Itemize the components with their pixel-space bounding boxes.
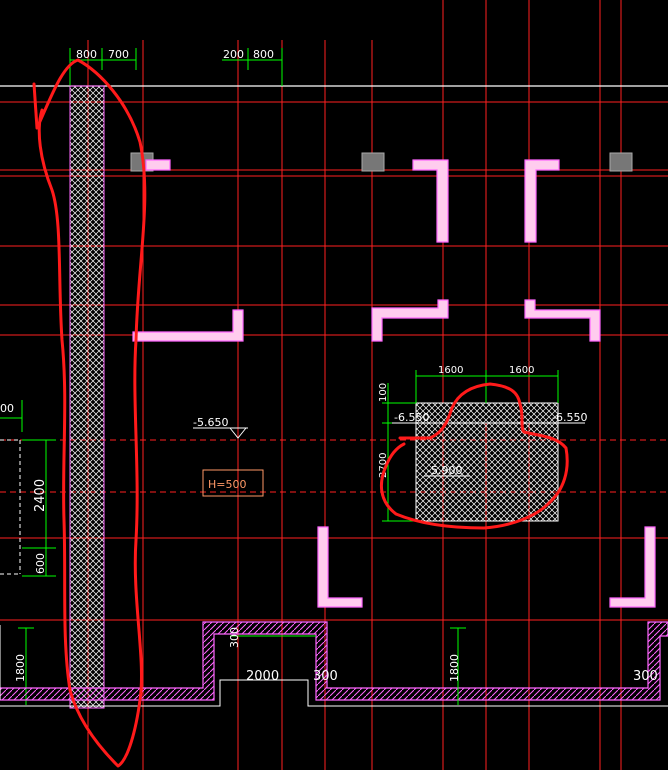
left-dashed-outline xyxy=(0,439,21,575)
dim-pit-2000: 2000 xyxy=(246,669,279,684)
dim-left-1800: 1800 xyxy=(14,654,27,682)
level-floor-symbol xyxy=(193,427,248,439)
level-found-top-right: -6.550 xyxy=(552,411,587,424)
left-dimension-chain xyxy=(0,400,56,705)
dim-top-200: 200 xyxy=(223,48,244,61)
dim-pit-300-right: 300 xyxy=(313,669,338,684)
level-floor: -5.650 xyxy=(193,416,228,429)
wall-strip-hatched[interactable] xyxy=(69,85,105,709)
dim-left-2400: 2400 xyxy=(33,479,48,512)
dim-found-1600-left: 1600 xyxy=(438,365,463,376)
height-label: H=500 xyxy=(208,478,246,491)
foundation-block[interactable] xyxy=(415,402,559,522)
dim-left-600: 600 xyxy=(34,553,47,574)
level-found-top-left: -6.550 xyxy=(394,411,429,424)
dim-top-800-b: 800 xyxy=(253,48,274,61)
level-found-bottom: -5.900 xyxy=(427,464,462,477)
dim-top-700: 700 xyxy=(108,48,129,61)
dim-right-300: 300 xyxy=(633,669,658,684)
dim-mid-1800: 1800 xyxy=(448,654,461,682)
dim-pit-300: 300 xyxy=(228,627,241,648)
cad-drawing-canvas[interactable]: 800 700 200 800 1600 1600 100 2700 -6.55… xyxy=(0,0,668,770)
dim-found-1600-right: 1600 xyxy=(509,365,534,376)
wall-segments[interactable] xyxy=(132,159,656,608)
cad-drawing: 800 700 200 800 1600 1600 100 2700 -6.55… xyxy=(0,0,668,770)
dim-left-00: 00 xyxy=(0,402,14,415)
dim-found-100: 100 xyxy=(378,383,389,402)
